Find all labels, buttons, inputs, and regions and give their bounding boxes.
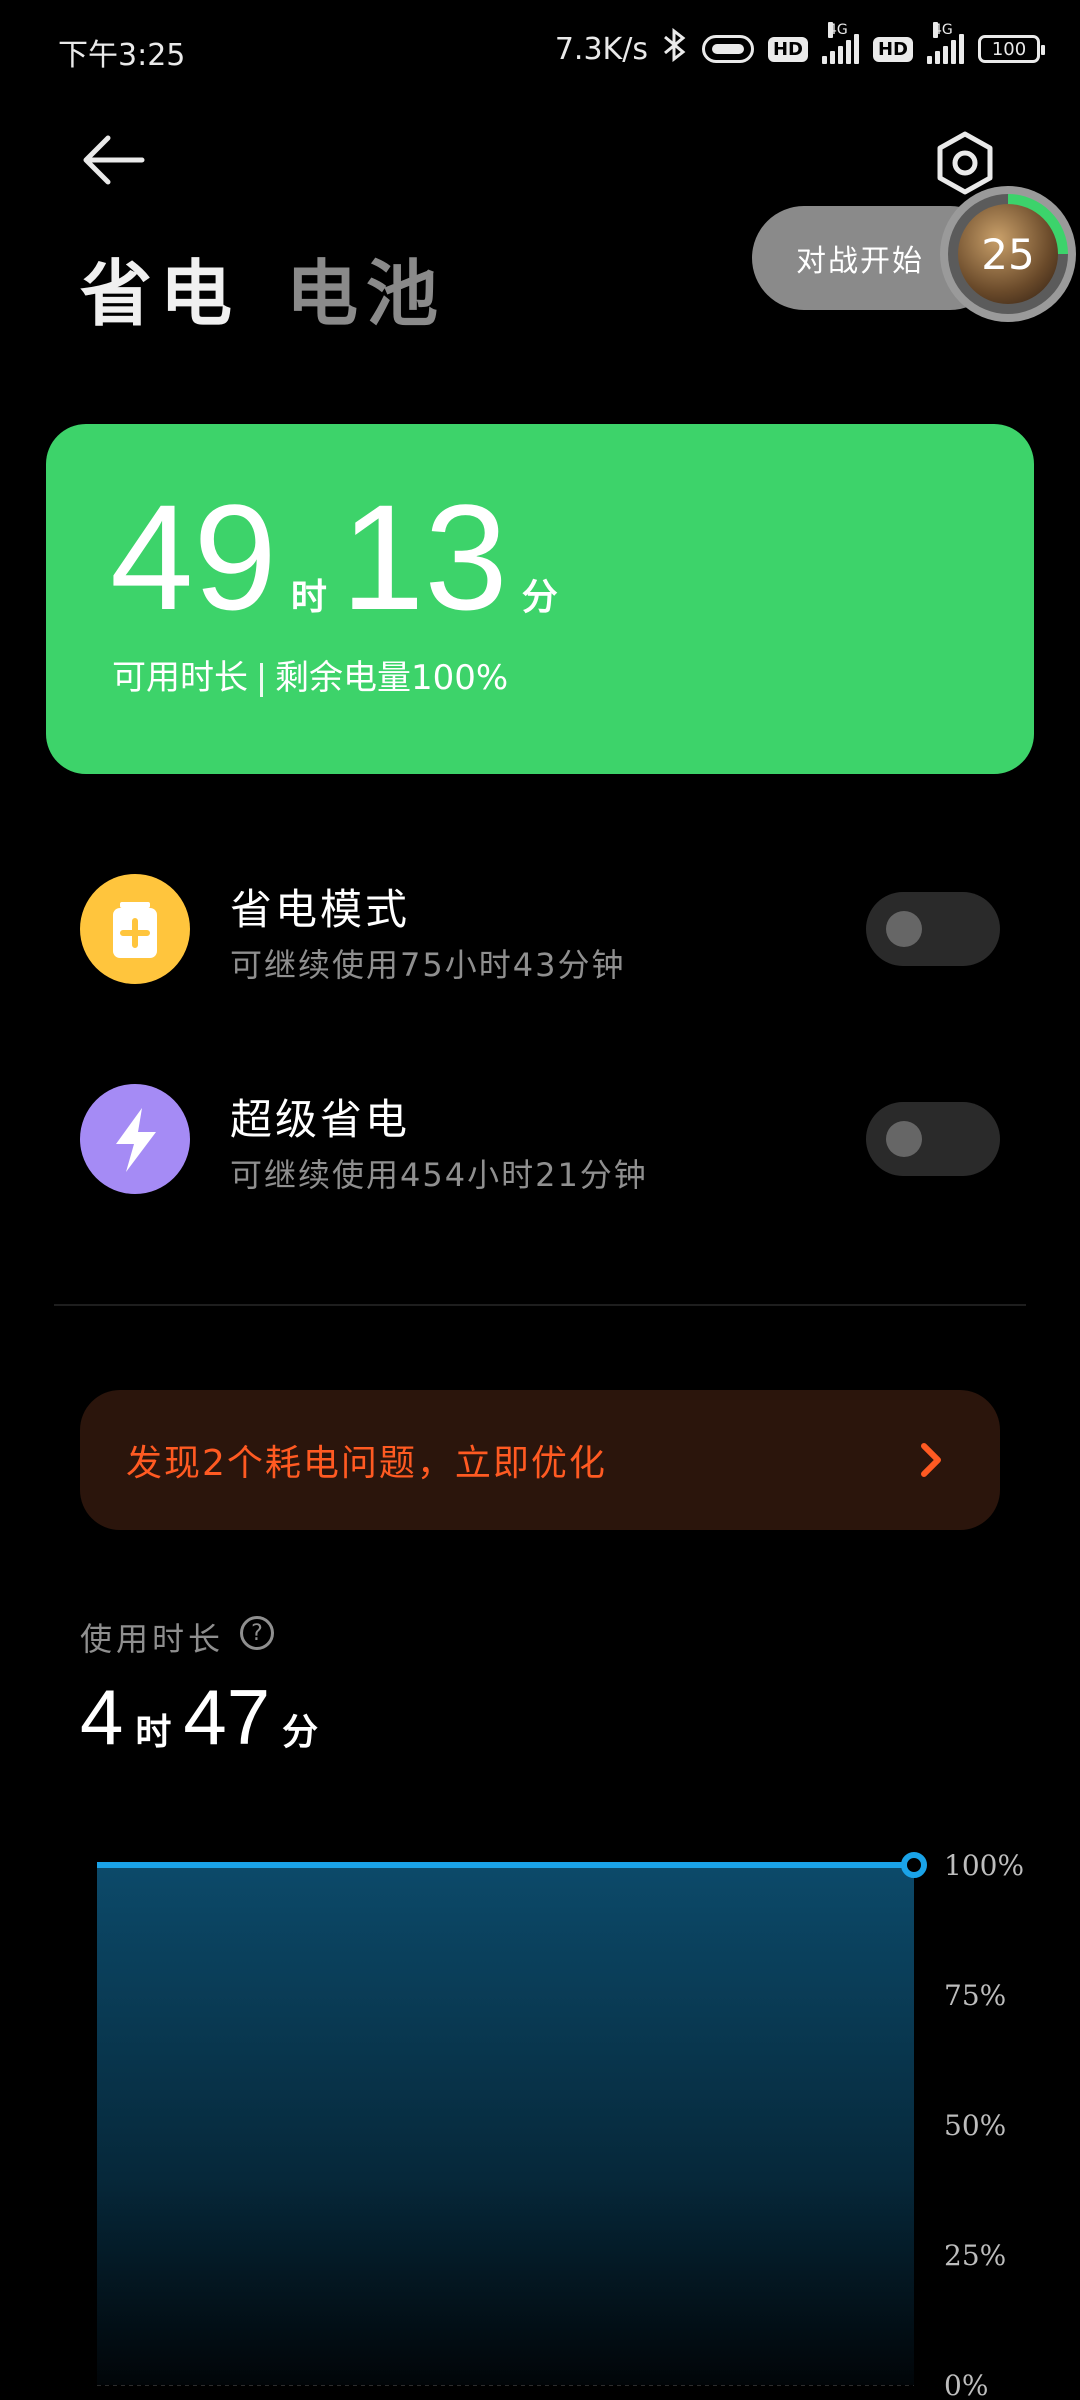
tab-battery[interactable]: 电池 — [286, 251, 446, 336]
remaining-time: 49 时 13 分 — [110, 482, 572, 632]
y-tick-label: 75% — [944, 1979, 1006, 2012]
optimize-alert-text: 发现2个耗电问题，立即优化 — [126, 1443, 607, 1484]
battery-area — [97, 1865, 914, 2385]
y-tick-label: 100% — [944, 1849, 1024, 1882]
ultra-power-saving-row[interactable] — [80, 1084, 190, 1194]
tab-power-saving[interactable]: 省电 — [80, 251, 240, 336]
game-overlay-label: 对战开始 — [796, 244, 924, 279]
usage-time-label: 使用时长 — [80, 1620, 225, 1658]
mode-title: 超级省电 — [230, 1095, 411, 1144]
power-saving-mode-row[interactable] — [80, 874, 190, 984]
separator — [260, 662, 263, 697]
status-icons: 7.3K/s HD 4G HD 4G 100 — [554, 22, 1045, 70]
hd-badge: HD — [767, 36, 808, 62]
usage-hour-unit: 时 — [135, 1712, 172, 1753]
available-time-label: 可用时长 — [112, 658, 248, 698]
battery-plus-icon — [80, 874, 190, 984]
help-icon[interactable]: ? — [240, 1616, 274, 1650]
hotspot-link-icon — [701, 35, 754, 63]
mode-title: 省电模式 — [230, 885, 411, 934]
y-tick-label: 50% — [944, 2109, 1006, 2142]
arrow-left-icon — [83, 135, 145, 185]
chevron-right-icon — [914, 1440, 948, 1480]
game-avatar[interactable]: 25 — [940, 186, 1076, 322]
battery-current-point — [901, 1852, 927, 1878]
y-tick-label: 0% — [944, 2369, 988, 2400]
hour-unit: 时 — [290, 577, 327, 618]
usage-time-value: 4 时 47 分 — [80, 1672, 330, 1763]
signal-icon: 4G — [821, 22, 859, 64]
usage-minute-unit: 分 — [282, 1712, 319, 1753]
mode-subtitle: 可继续使用454小时21分钟 — [230, 1156, 648, 1194]
divider — [54, 1304, 1026, 1306]
back-button[interactable] — [80, 130, 150, 190]
usage-hours: 4 — [80, 1673, 124, 1761]
battery-level-chart: 100% 75% 50% 25% 0% — [97, 1849, 1024, 2400]
remaining-minutes: 13 — [340, 473, 508, 641]
hd-badge: HD — [872, 36, 913, 62]
game-countdown: 25 — [981, 229, 1035, 279]
ultra-power-saving-toggle[interactable] — [866, 1102, 1000, 1176]
remaining-charge: 剩余电量100% — [275, 658, 509, 698]
signal-icon: 4G — [927, 22, 964, 64]
usage-minutes: 47 — [183, 1673, 271, 1761]
mode-subtitle: 可继续使用75小时43分钟 — [230, 946, 626, 984]
lightning-icon — [80, 1084, 190, 1194]
minute-unit: 分 — [521, 577, 558, 618]
net-speed: 7.3K/s — [554, 31, 648, 67]
status-time: 下午3:25 — [58, 38, 186, 73]
remaining-hours: 49 — [110, 473, 277, 641]
page-tabs: 省电 电池 — [80, 235, 446, 340]
battery-card-subtitle: 可用时长 剩余电量100% — [112, 650, 508, 699]
y-tick-label: 25% — [944, 2239, 1006, 2272]
bluetooth-icon — [662, 27, 688, 70]
battery-icon: 100 — [978, 35, 1045, 63]
power-saving-toggle[interactable] — [866, 892, 1000, 966]
